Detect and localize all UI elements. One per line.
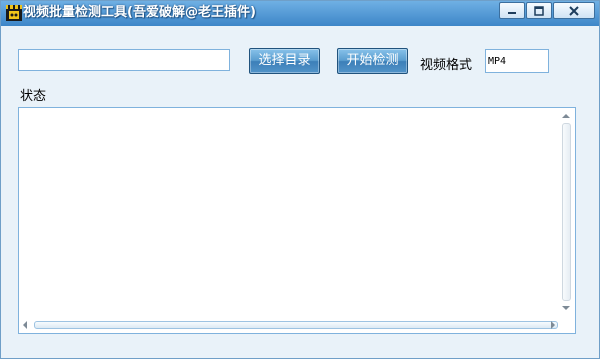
scroll-up-icon[interactable] <box>562 114 570 118</box>
close-icon <box>569 5 579 16</box>
start-detection-button[interactable]: 开始检测 <box>337 48 408 74</box>
maximize-icon <box>534 5 544 16</box>
close-button[interactable] <box>553 2 595 19</box>
app-window: 视频批量检测工具(吾爱破解@老王插件) 选择目录 开始检测 视频格式 状态 <box>0 0 600 359</box>
video-format-input[interactable] <box>485 49 549 73</box>
window-controls <box>499 2 595 19</box>
horizontal-scrollbar[interactable] <box>19 316 575 333</box>
vertical-scrollbar[interactable] <box>558 108 575 316</box>
minimize-button[interactable] <box>499 2 525 19</box>
video-format-label: 视频格式 <box>420 58 473 73</box>
title-bar[interactable]: 视频批量检测工具(吾爱破解@老王插件) <box>1 1 599 26</box>
client-area: 选择目录 开始检测 视频格式 状态 <box>1 26 599 358</box>
scroll-right-icon[interactable] <box>551 321 555 329</box>
scroll-left-icon[interactable] <box>23 321 27 329</box>
vertical-scroll-track[interactable] <box>562 123 571 301</box>
horizontal-scroll-track[interactable] <box>34 321 558 329</box>
directory-path-input[interactable] <box>18 49 230 71</box>
select-directory-button[interactable]: 选择目录 <box>249 48 320 74</box>
maximize-button[interactable] <box>526 2 552 19</box>
clapperboard-icon <box>6 5 22 21</box>
minimize-icon <box>508 11 516 14</box>
window-title: 视频批量检测工具(吾爱破解@老王插件) <box>23 5 256 20</box>
status-log-textarea[interactable] <box>18 107 576 334</box>
scroll-down-icon[interactable] <box>562 306 570 310</box>
status-label: 状态 <box>20 89 47 104</box>
